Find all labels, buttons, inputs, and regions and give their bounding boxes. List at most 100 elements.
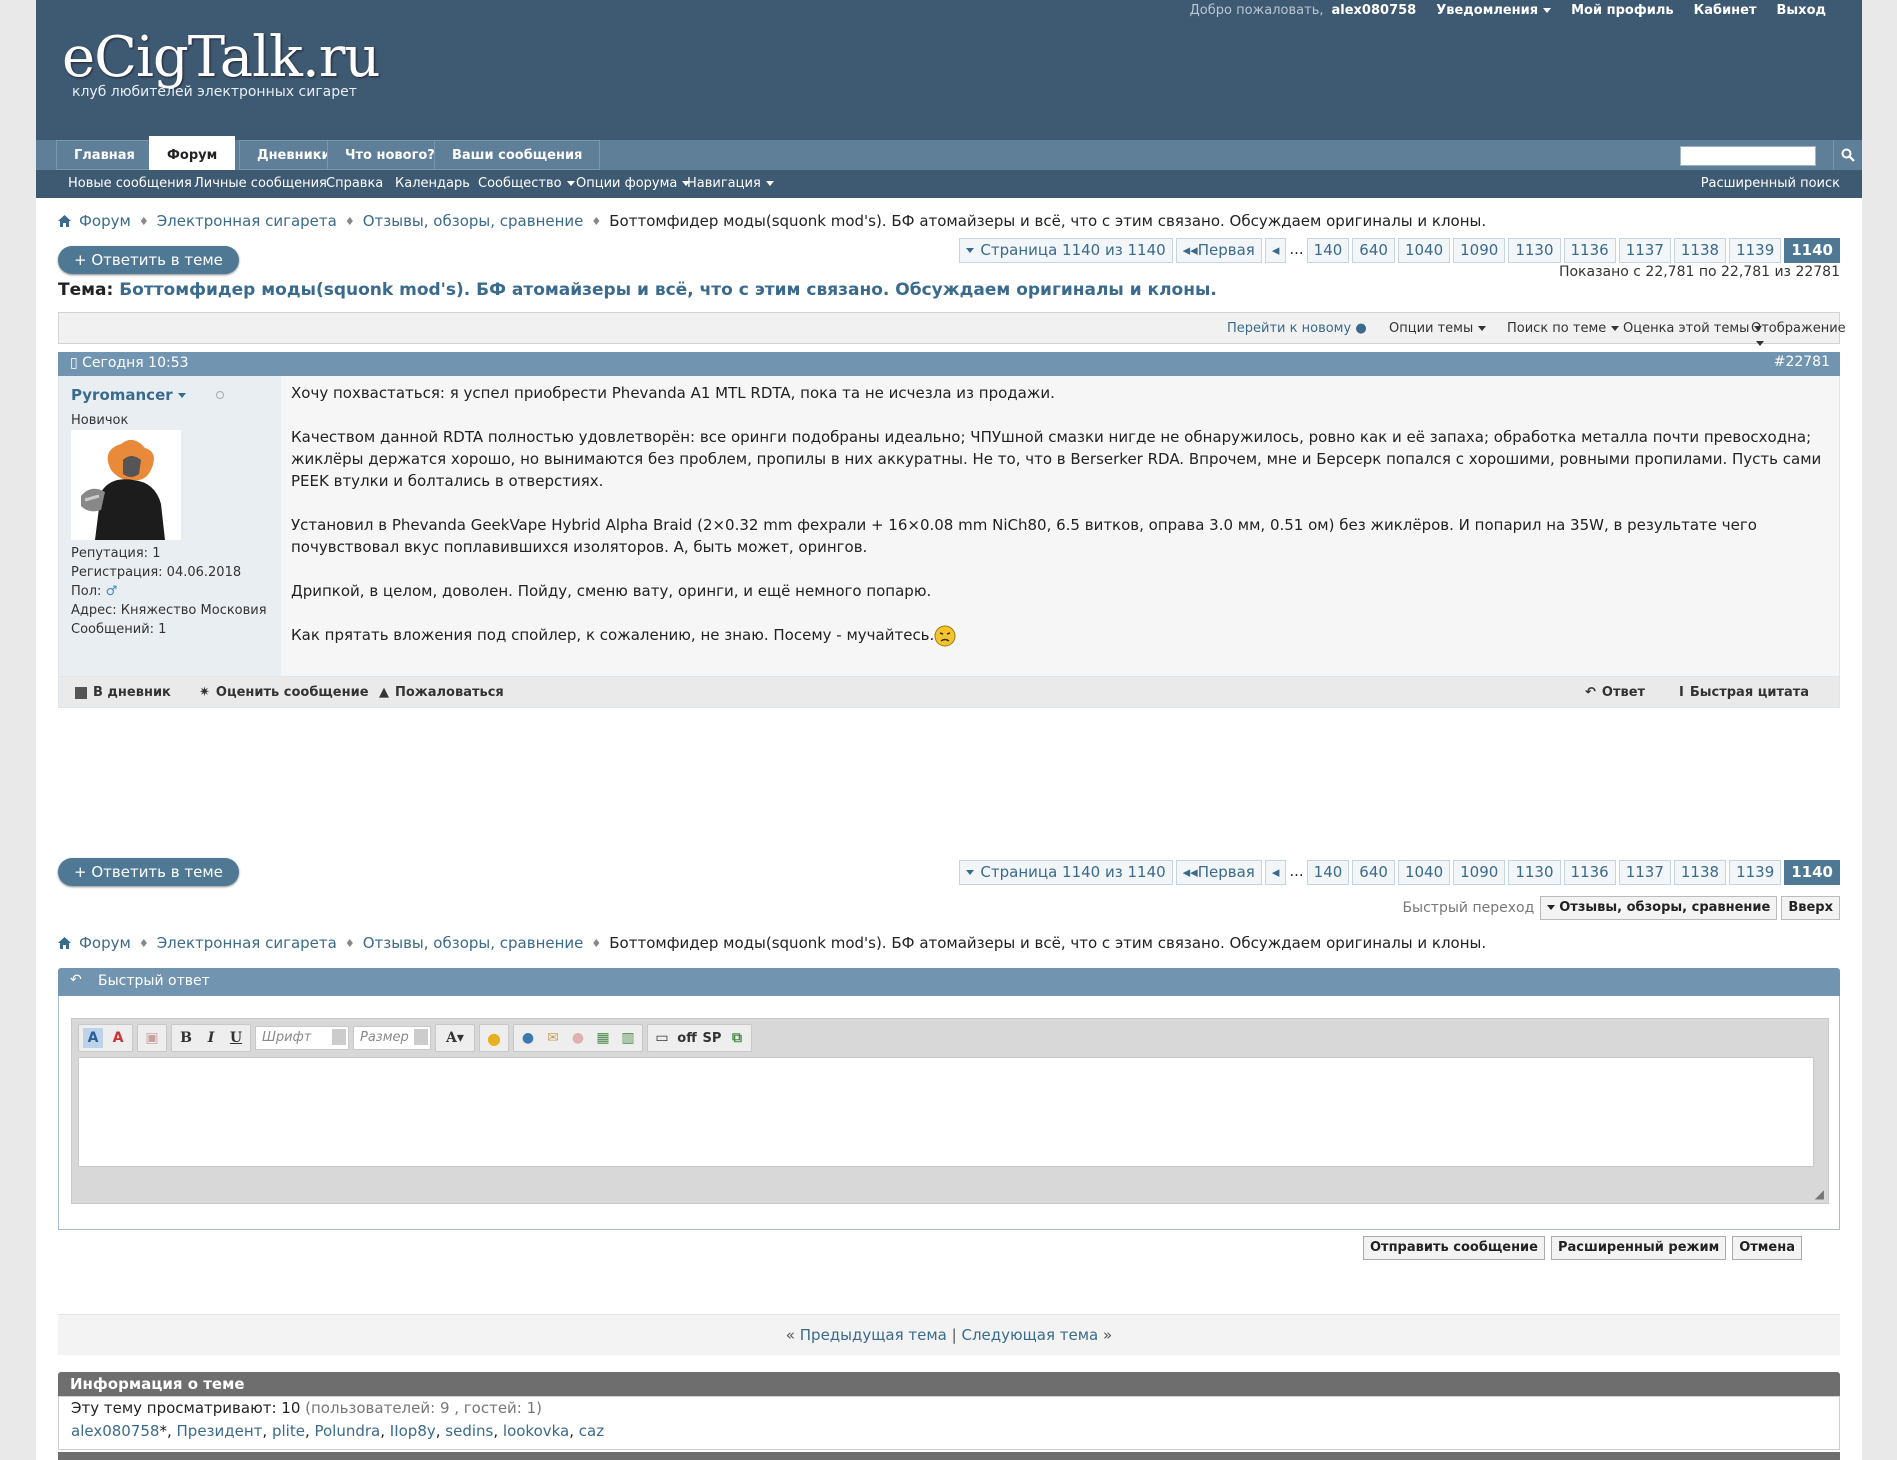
- copy-icon[interactable]: ⧉: [727, 1028, 747, 1048]
- page-link[interactable]: 1130: [1508, 860, 1561, 885]
- page-first[interactable]: ◂◂Первая: [1175, 238, 1262, 263]
- quick-jump-select[interactable]: Отзывы, обзоры, сравнение: [1540, 896, 1778, 920]
- viewer-link[interactable]: lookovka: [503, 1422, 569, 1440]
- post-number[interactable]: #22781: [1774, 354, 1830, 370]
- goto-new-link[interactable]: Перейти к новому ●: [1227, 321, 1367, 336]
- page-link[interactable]: 1040: [1397, 860, 1451, 885]
- breadcrumb-forum[interactable]: Форум: [79, 934, 131, 952]
- thread-title-text[interactable]: Боттомфидер моды(squonk mod's). БФ атома…: [119, 280, 1217, 300]
- page-link[interactable]: 640: [1352, 238, 1395, 263]
- bold-icon[interactable]: B: [176, 1028, 196, 1048]
- page-link[interactable]: 1090: [1453, 238, 1506, 263]
- subnav-calendar[interactable]: Календарь: [395, 170, 470, 198]
- report-post-button[interactable]: ▲ Пожаловаться: [379, 685, 504, 700]
- page-selector[interactable]: Страница 1140 из 1140: [959, 238, 1173, 263]
- notifications-menu[interactable]: Уведомления: [1436, 3, 1552, 18]
- page-link[interactable]: 140: [1306, 238, 1350, 263]
- viewer-link[interactable]: caz: [579, 1422, 604, 1440]
- thread-options-menu[interactable]: Опции темы: [1389, 321, 1487, 336]
- offtopic-icon[interactable]: off: [677, 1028, 697, 1048]
- site-logo[interactable]: eCigTalk.ru клуб любителей электронных с…: [62, 28, 381, 101]
- image-icon[interactable]: ▦: [593, 1028, 613, 1048]
- submit-reply-button[interactable]: Отправить сообщение: [1362, 1236, 1545, 1260]
- display-mode-menu[interactable]: Отображение: [1751, 321, 1846, 351]
- breadcrumb-forum[interactable]: Форум: [79, 212, 131, 230]
- advanced-mode-button[interactable]: Расширенный режим: [1551, 1236, 1727, 1260]
- page-link[interactable]: 1137: [1618, 238, 1671, 263]
- page-link[interactable]: 1139: [1729, 860, 1782, 885]
- rate-post-button[interactable]: ✷ Оценить сообщение: [199, 685, 369, 700]
- remove-format-icon[interactable]: A: [108, 1028, 128, 1048]
- my-profile-link[interactable]: Мой профиль: [1571, 3, 1673, 18]
- viewer-link[interactable]: Президент: [177, 1422, 263, 1440]
- reply-to-thread-button[interactable]: + Ответить в теме: [58, 246, 239, 274]
- add-to-diary-button[interactable]: В дневник: [75, 685, 171, 700]
- page-link[interactable]: 140: [1306, 860, 1350, 885]
- message-textarea[interactable]: [78, 1057, 1814, 1167]
- cancel-button[interactable]: Отмена: [1732, 1236, 1802, 1260]
- underline-icon[interactable]: U: [226, 1028, 246, 1048]
- wysiwyg-mode-icon[interactable]: A: [83, 1028, 103, 1048]
- paste-icon[interactable]: ▣: [142, 1028, 162, 1048]
- next-thread-link[interactable]: Следующая тема: [961, 1326, 1098, 1344]
- subnav-community[interactable]: Сообщество: [478, 170, 575, 198]
- page-link[interactable]: 1138: [1673, 238, 1727, 263]
- smiley-icon[interactable]: ●: [484, 1028, 504, 1048]
- advanced-search-link[interactable]: Расширенный поиск: [1701, 170, 1840, 198]
- previous-thread-link[interactable]: Предыдущая тема: [800, 1326, 947, 1344]
- breadcrumb-reviews[interactable]: Отзывы, обзоры, сравнение: [363, 212, 584, 230]
- quick-quote-button[interactable]: I Быстрая цитата: [1679, 685, 1809, 700]
- page-first[interactable]: ◂◂Первая: [1175, 860, 1262, 885]
- subnav-private-messages[interactable]: Личные сообщения: [194, 170, 327, 198]
- subnav-forum-options[interactable]: Опции форума: [576, 170, 691, 198]
- page-link[interactable]: 1139: [1729, 238, 1782, 263]
- page-link[interactable]: 640: [1352, 860, 1395, 885]
- viewer-link[interactable]: Polundra: [314, 1422, 380, 1440]
- viewer-link[interactable]: IIop8y: [390, 1422, 436, 1440]
- home-icon[interactable]: [58, 937, 71, 949]
- page-link[interactable]: 1040: [1397, 238, 1451, 263]
- viewer-link[interactable]: alex080758: [71, 1422, 159, 1440]
- viewer-link[interactable]: plite: [272, 1422, 305, 1440]
- tab-your-posts[interactable]: Ваши сообщения: [434, 140, 601, 170]
- page-link[interactable]: 1090: [1453, 860, 1506, 885]
- page-link[interactable]: 1137: [1618, 860, 1671, 885]
- page-prev[interactable]: ◂: [1264, 860, 1287, 885]
- page-selector[interactable]: Страница 1140 из 1140: [959, 860, 1173, 885]
- email-icon[interactable]: ✉: [543, 1028, 563, 1048]
- breadcrumb-e-cig[interactable]: Электронная сигарета: [157, 934, 337, 952]
- unlink-icon[interactable]: ●: [568, 1028, 588, 1048]
- search-thread-menu[interactable]: Поиск по теме: [1507, 321, 1620, 336]
- logout-link[interactable]: Выход: [1777, 3, 1826, 18]
- page-link[interactable]: 1136: [1563, 238, 1616, 263]
- tab-forum[interactable]: Форум: [149, 136, 236, 170]
- subnav-navigation[interactable]: Навигация: [687, 170, 774, 198]
- breadcrumb-reviews[interactable]: Отзывы, обзоры, сравнение: [363, 934, 584, 952]
- breadcrumb-e-cig[interactable]: Электронная сигарета: [157, 212, 337, 230]
- avatar[interactable]: [71, 430, 181, 540]
- spoiler-icon[interactable]: SP: [702, 1028, 722, 1048]
- video-icon[interactable]: ▥: [618, 1028, 638, 1048]
- home-icon[interactable]: [58, 215, 71, 227]
- rate-thread-menu[interactable]: Оценка этой темы: [1623, 321, 1763, 336]
- link-icon[interactable]: ●: [518, 1028, 538, 1048]
- search-button[interactable]: [1833, 140, 1862, 170]
- search-input[interactable]: [1680, 146, 1816, 166]
- font-size-select[interactable]: Размер: [353, 1026, 431, 1050]
- subnav-help[interactable]: Справка: [326, 170, 383, 198]
- resize-handle-icon[interactable]: ◢: [1815, 1187, 1824, 1201]
- font-family-select[interactable]: Шрифт: [255, 1026, 349, 1050]
- back-to-top-button[interactable]: Вверх: [1781, 896, 1840, 920]
- page-link[interactable]: 1136: [1563, 860, 1616, 885]
- text-color-icon[interactable]: A▾: [440, 1028, 470, 1048]
- reply-to-thread-button-bottom[interactable]: + Ответить в теме: [58, 858, 239, 886]
- page-link[interactable]: 1138: [1673, 860, 1727, 885]
- italic-icon[interactable]: I: [201, 1028, 221, 1048]
- post-author-name[interactable]: Pyromancer: [71, 386, 186, 404]
- quote-icon[interactable]: ▭: [652, 1028, 672, 1048]
- reply-post-button[interactable]: ↶ Ответ: [1585, 685, 1645, 700]
- cabinet-link[interactable]: Кабинет: [1694, 3, 1757, 18]
- subnav-new-posts[interactable]: Новые сообщения: [68, 170, 192, 198]
- page-link[interactable]: 1130: [1508, 238, 1561, 263]
- tab-home[interactable]: Главная: [56, 140, 153, 170]
